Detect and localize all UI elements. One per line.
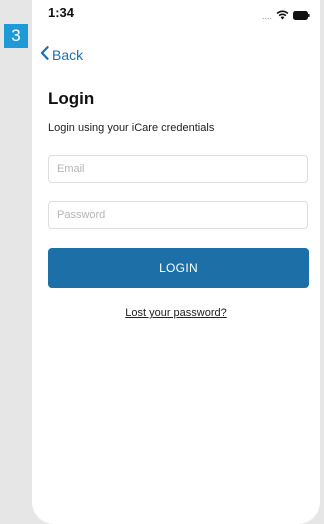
back-label: Back [52, 46, 84, 63]
back-button[interactable]: Back [40, 46, 83, 63]
step-badge: 3 [4, 24, 28, 48]
lost-password-link[interactable]: Lost your password? [32, 307, 320, 319]
wifi-icon [276, 7, 289, 25]
status-bar: 1:34 .... [32, 0, 320, 24]
signal-icon: .... [261, 11, 272, 21]
chevron-left-icon [40, 46, 49, 63]
canvas: 3 1:34 .... Back Login Login using your … [0, 0, 324, 524]
battery-icon [293, 7, 310, 25]
password-input[interactable] [48, 201, 308, 229]
status-icons: .... [262, 7, 310, 25]
phone-screen: 1:34 .... Back Login Login using your iC… [32, 0, 320, 524]
page-subtitle: Login using your iCare credentials [48, 122, 215, 134]
status-time: 1:34 [48, 5, 75, 20]
page-title: Login [48, 89, 95, 108]
login-button[interactable]: LOGIN [48, 248, 309, 288]
email-input[interactable] [48, 155, 308, 183]
